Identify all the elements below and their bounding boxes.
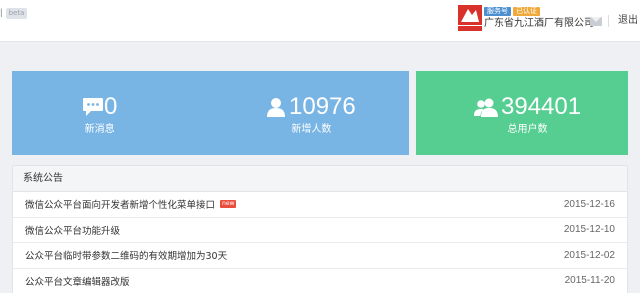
message-icon (83, 98, 103, 116)
new-followers-label: 新增人数 (291, 124, 332, 135)
logout-link[interactable]: 退出 (618, 14, 638, 28)
account-info[interactable]: 服务号 已认证 广东省九江酒厂有限公司 (458, 3, 594, 33)
notice-item[interactable]: 公众平台临时带参数二维码的有效期增加为30天 2015-12-02 (13, 243, 627, 269)
notice-title[interactable]: 微信公众平台功能升级 (25, 223, 120, 237)
stats-panel-green: 394401 总用户数 (416, 71, 628, 155)
beta-badge: beta (5, 7, 28, 19)
platform-brand[interactable]: ǀ beta (0, 6, 28, 20)
account-name: 广东省九江酒厂有限公司 (484, 17, 594, 29)
notice-item[interactable]: 微信公众平台面向开发者新增个性化菜单接口 new 2015-12-16 (13, 192, 627, 218)
notice-item[interactable]: 微信公众平台功能升级 2015-12-10 (13, 218, 627, 243)
notice-item[interactable]: 公众平台文章编辑器改版 2015-11-20 (13, 269, 627, 293)
new-messages-count: 0 (104, 93, 118, 120)
users-icon (474, 98, 498, 117)
brand-mark: ǀ (0, 8, 3, 18)
notices-title: 系统公告 (13, 166, 627, 192)
stat-total-users[interactable]: 394401 总用户数 (474, 71, 581, 155)
verified-badge: 已认证 (513, 6, 540, 16)
service-account-badge: 服务号 (484, 6, 511, 16)
notice-date: 2015-12-02 (563, 249, 615, 261)
notice-title[interactable]: 公众平台临时带参数二维码的有效期增加为30天 (25, 248, 227, 262)
notice-date: 2015-11-20 (564, 275, 615, 287)
user-icon (267, 98, 285, 117)
new-followers-count: 10976 (289, 93, 356, 120)
stats-panel-blue: 0 新消息 10976 新增人数 (12, 71, 409, 155)
stat-new-messages[interactable]: 0 新消息 (82, 71, 117, 155)
notice-title[interactable]: 公众平台文章编辑器改版 (25, 274, 130, 288)
total-users-count: 394401 (501, 93, 582, 120)
stat-new-followers[interactable]: 10976 新增人数 (267, 71, 356, 155)
company-logo (458, 5, 482, 31)
total-users-label: 总用户数 (507, 124, 548, 135)
notice-title[interactable]: 微信公众平台面向开发者新增个性化菜单接口 (25, 197, 215, 211)
new-messages-label: 新消息 (84, 124, 115, 135)
mail-icon[interactable] (590, 17, 602, 26)
system-notices: 系统公告 微信公众平台面向开发者新增个性化菜单接口 new 2015-12-16… (12, 165, 628, 293)
header-divider (608, 15, 609, 27)
new-tag: new (220, 200, 237, 209)
top-header: ǀ beta 服务号 已认证 广东省九江酒厂有限公司 退出 (0, 0, 640, 42)
notice-date: 2015-12-16 (563, 198, 615, 210)
notice-date: 2015-12-10 (563, 224, 615, 236)
